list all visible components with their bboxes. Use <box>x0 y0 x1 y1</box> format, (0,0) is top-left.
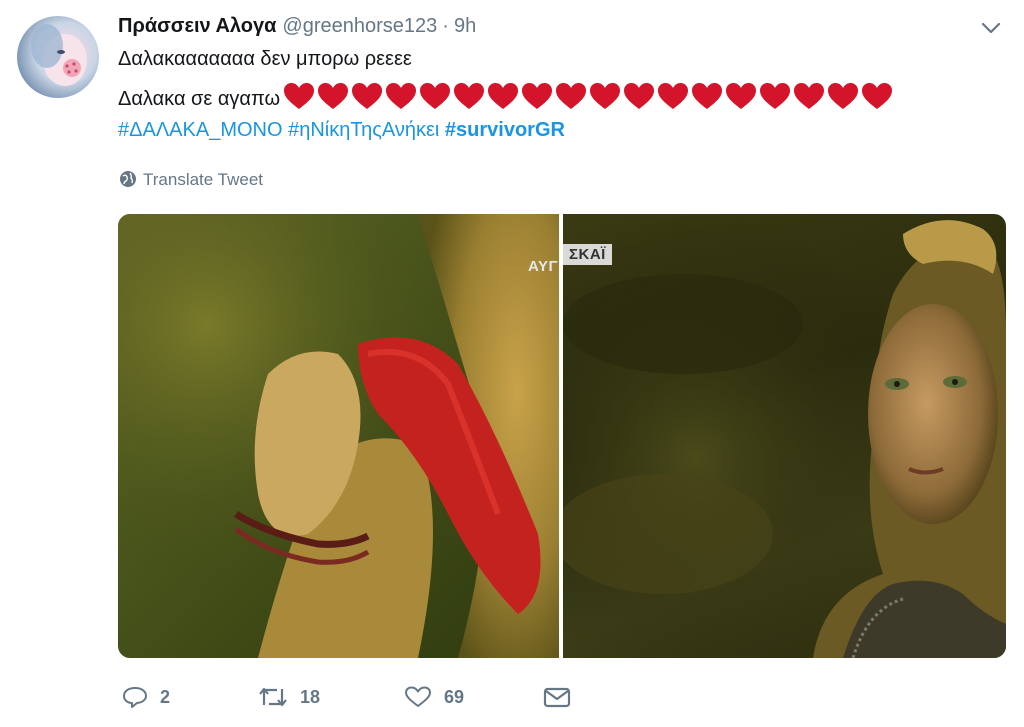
red-heart-emoji <box>656 81 690 111</box>
red-heart-emoji <box>792 81 826 111</box>
envelope-icon <box>542 685 572 709</box>
reply-count: 2 <box>160 686 171 707</box>
tweet-actions: 2 18 69 <box>118 680 618 714</box>
translate-label: Translate Tweet <box>143 170 264 189</box>
direct-message-button[interactable] <box>542 680 572 714</box>
separator-dot: · <box>442 15 449 37</box>
retweet-button[interactable]: 18 <box>258 680 320 714</box>
red-heart-emoji <box>826 81 860 111</box>
red-heart-emoji <box>758 81 792 111</box>
red-heart-emoji <box>588 81 622 111</box>
tweet-text-line-1: Δαλακααααααα δεν μπορω ρεεεε <box>118 48 412 70</box>
user-handle[interactable]: @greenhorse123 <box>282 15 437 37</box>
red-heart-emoji <box>690 81 724 111</box>
like-count: 69 <box>444 686 465 707</box>
photo-right-woman-portrait[interactable]: ΣΚΑΪ <box>563 214 1006 658</box>
avatar[interactable] <box>17 16 99 98</box>
tweet-timestamp[interactable]: 9h <box>454 15 476 37</box>
display-name[interactable]: Πράσσειν Αλογα <box>118 15 276 37</box>
globe-icon <box>119 170 137 188</box>
heart-outline-icon <box>404 685 432 709</box>
retweet-icon <box>258 685 288 709</box>
hashtag-dalaka-mono[interactable]: #ΔΑΛΑΚΑ_ΜΟΝΟ <box>118 119 283 141</box>
red-heart-emoji <box>554 81 588 111</box>
red-heart-emoji <box>520 81 554 111</box>
heart-emoji-row <box>282 81 894 118</box>
translate-tweet-link[interactable]: Translate Tweet <box>119 169 263 191</box>
photo-left-arm-bandana[interactable]: ΑΥΓ <box>118 214 559 658</box>
tweet-header: Πράσσειν Αλογα @greenhorse123 · 9h <box>118 14 476 38</box>
red-heart-emoji <box>282 81 316 111</box>
hashtag-survivorgr[interactable]: #survivorGR <box>445 119 565 141</box>
red-heart-emoji <box>724 81 758 111</box>
retweet-count: 18 <box>300 686 321 707</box>
tweet-text-line-2-text: Δαλακα σε αγαπω <box>118 88 281 110</box>
red-heart-emoji <box>860 81 894 111</box>
red-heart-emoji <box>384 81 418 111</box>
hashtag-niki-tis-anikei[interactable]: #ηΝίκηΤηςΑνήκει <box>288 119 439 141</box>
tweet-card: Πράσσειν Αλογα @greenhorse123 · 9h Δαλακααα… <box>0 0 1024 727</box>
red-heart-emoji <box>486 81 520 111</box>
red-heart-emoji <box>350 81 384 111</box>
chevron-down-icon[interactable] <box>980 20 1002 36</box>
red-heart-emoji <box>316 81 350 111</box>
red-heart-emoji <box>622 81 656 111</box>
reply-icon <box>122 685 148 709</box>
reply-button[interactable]: 2 <box>122 680 170 714</box>
red-heart-emoji <box>418 81 452 111</box>
tweet-text-line-2: Δαλακα σε αγαπω <box>118 81 894 118</box>
channel-watermark-right: ΣΚΑΪ <box>563 244 612 265</box>
red-heart-emoji <box>452 81 486 111</box>
hashtag-row: #ΔΑΛΑΚΑ_ΜΟΝΟ #ηΝίκηΤηςΑνήκει #survivorGR <box>118 117 565 143</box>
channel-watermark-left: ΑΥΓ <box>528 258 558 275</box>
like-button[interactable]: 69 <box>404 680 464 714</box>
media-grid: ΑΥΓ ΣΚΑΪ <box>118 214 1006 658</box>
